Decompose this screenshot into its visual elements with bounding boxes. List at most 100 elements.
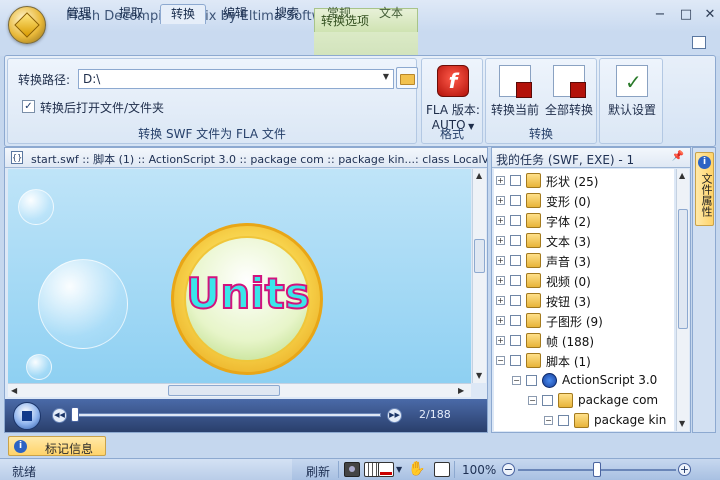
flash-stage[interactable]: Units (8, 169, 471, 383)
folder-icon (526, 293, 541, 308)
scroll-up-icon[interactable]: ▲ (679, 171, 685, 180)
zoom-slider-knob[interactable] (593, 462, 601, 477)
ribbon-options-icon[interactable] (692, 36, 706, 49)
open-after-checkbox[interactable]: ✓ (22, 100, 35, 113)
convert-all-button[interactable]: 全部转换 (542, 63, 596, 118)
maximize-button[interactable]: □ (674, 6, 698, 24)
collapse-icon[interactable]: − (496, 356, 505, 365)
convert-path-group: 转换路径: D:\ ▼ ✓ 转换后打开文件/文件夹 转换 SWF 文件为 FLA… (7, 58, 418, 144)
expand-icon[interactable]: + (496, 336, 505, 345)
status-text: 就绪 (12, 465, 37, 479)
tree-item[interactable]: − package kin (494, 411, 674, 431)
tree-scroll-thumb[interactable] (678, 209, 688, 329)
frame-counter: 2/188 (419, 408, 451, 421)
script-icon: {} (11, 151, 23, 164)
chevron-down-icon[interactable]: ▼ (396, 465, 402, 474)
default-settings-label: 默认设置 (607, 103, 656, 117)
tag-info-tab[interactable]: i 标记信息 (8, 436, 106, 456)
file-properties-tab[interactable]: i 文件属性 (695, 152, 714, 226)
default-settings-button[interactable]: 默认设置 (602, 63, 662, 118)
tree-item-checkbox[interactable] (510, 335, 521, 346)
tree-item[interactable]: + 变形 (0) (494, 191, 674, 211)
expand-icon[interactable]: + (496, 216, 505, 225)
fit-to-window-icon[interactable] (434, 462, 450, 477)
expand-icon[interactable]: + (496, 276, 505, 285)
scroll-up-icon[interactable]: ▲ (476, 171, 482, 180)
stage-vertical-scrollbar[interactable]: ▲ ▼ (472, 169, 486, 383)
tree-item[interactable]: + 字体 (2) (494, 211, 674, 231)
vertical-scroll-thumb[interactable] (474, 239, 485, 273)
document-tab[interactable]: {} start.swf :: 脚本 (1) :: ActionScript 3… (5, 148, 487, 168)
tree-item[interactable]: + 子图形 (9) (494, 311, 674, 331)
refresh-button[interactable]: 刷新 (306, 463, 330, 480)
fast-forward-button[interactable]: ▶▶ (387, 408, 402, 423)
tree-item-checkbox[interactable] (542, 395, 553, 406)
app-menu-button[interactable] (8, 6, 46, 44)
scroll-right-icon[interactable]: ▶ (458, 386, 464, 395)
tree-item[interactable]: − 脚本 (1) (494, 351, 674, 371)
pin-icon[interactable]: 📌 (672, 151, 684, 162)
stage-horizontal-scrollbar[interactable]: ◀ ▶ (8, 383, 471, 397)
tasks-title: 我的任务 (SWF, EXE) - 1 (496, 153, 635, 167)
close-button[interactable]: ✕ (698, 6, 720, 24)
tree-item-checkbox[interactable] (510, 275, 521, 286)
tree-item[interactable]: + 文本 (3) (494, 231, 674, 251)
tree-item[interactable]: + 视频 (0) (494, 271, 674, 291)
expand-icon[interactable]: + (496, 256, 505, 265)
tab-general[interactable]: 常规 (320, 4, 358, 24)
minimize-button[interactable]: − (648, 6, 672, 24)
zoom-out-button[interactable]: − (502, 463, 515, 476)
tree-item-checkbox[interactable] (510, 215, 521, 226)
folder-icon (526, 313, 541, 328)
tree-item-checkbox[interactable] (510, 315, 521, 326)
expand-icon[interactable]: + (496, 316, 505, 325)
convert-path-combobox[interactable]: D:\ ▼ (78, 69, 394, 89)
rewind-button[interactable]: ◀◀ (52, 408, 67, 423)
tree-item[interactable]: − package com (494, 391, 674, 411)
tree-item-checkbox[interactable] (558, 415, 569, 426)
tab-convert[interactable]: 转换 (160, 4, 206, 24)
tree-item-checkbox[interactable] (526, 375, 537, 386)
tree-item[interactable]: + 声音 (3) (494, 251, 674, 271)
fla-version-button[interactable]: f FLA 版本: AUTO ▼ (425, 63, 481, 132)
zoom-in-button[interactable]: + (678, 463, 691, 476)
tree-item-checkbox[interactable] (510, 195, 521, 206)
tree-item-checkbox[interactable] (510, 355, 521, 366)
tree-item[interactable]: + 帧 (188) (494, 331, 674, 351)
collapse-icon[interactable]: − (528, 396, 537, 405)
tab-extract[interactable]: 提取 (112, 4, 150, 24)
tab-manage[interactable]: 管理 (60, 4, 98, 24)
expand-icon[interactable]: + (496, 196, 505, 205)
background-color-icon[interactable] (378, 462, 394, 477)
tree-item-checkbox[interactable] (510, 255, 521, 266)
tree-vertical-scrollbar[interactable]: ▲ ▼ (676, 169, 689, 431)
scroll-left-icon[interactable]: ◀ (11, 386, 17, 395)
tree-item-checkbox[interactable] (510, 235, 521, 246)
scroll-down-icon[interactable]: ▼ (679, 419, 685, 428)
expand-icon[interactable]: + (496, 296, 505, 305)
tree-item[interactable]: − ActionScript 3.0 (494, 371, 674, 391)
timeline-track[interactable] (73, 413, 381, 417)
timeline-knob[interactable] (71, 407, 79, 422)
horizontal-scroll-thumb[interactable] (168, 385, 280, 396)
browse-folder-button[interactable] (396, 67, 418, 89)
stop-button[interactable] (13, 402, 41, 430)
expand-icon[interactable]: + (496, 236, 505, 245)
tab-text[interactable]: 文本 (372, 4, 410, 24)
collapse-icon[interactable]: − (544, 416, 553, 425)
scroll-down-icon[interactable]: ▼ (476, 371, 482, 380)
hand-icon[interactable]: ✋ (408, 462, 425, 477)
collapse-icon[interactable]: − (512, 376, 521, 385)
tree-item[interactable]: + 按钮 (3) (494, 291, 674, 311)
expand-icon[interactable]: + (496, 176, 505, 185)
tab-edit[interactable]: 编辑 (216, 4, 254, 24)
info-icon: i (14, 440, 27, 453)
tree-item-checkbox[interactable] (510, 175, 521, 186)
fast-forward-icon: ▶▶ (389, 411, 400, 419)
tree-item[interactable]: + 形状 (25) (494, 171, 674, 191)
camera-icon[interactable] (344, 462, 360, 477)
convert-current-button[interactable]: 转换当前 (488, 63, 542, 118)
tab-search[interactable]: 搜索 (268, 4, 306, 24)
tree-item-checkbox[interactable] (510, 295, 521, 306)
chevron-down-icon[interactable]: ▼ (383, 72, 389, 81)
